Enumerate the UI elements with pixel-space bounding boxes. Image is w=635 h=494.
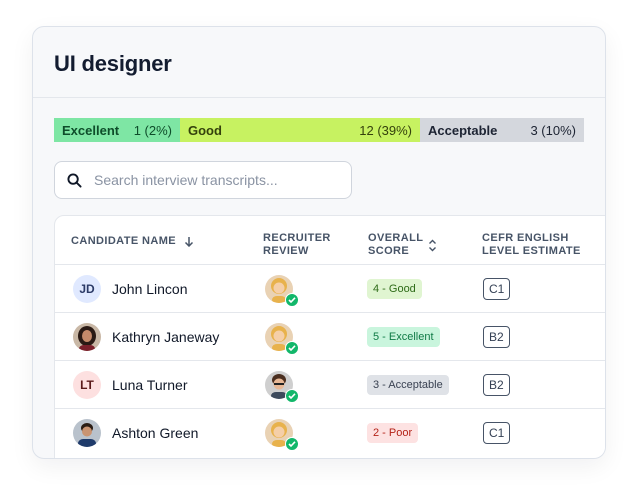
search-input[interactable]	[94, 172, 334, 188]
page-title: UI designer	[54, 51, 172, 76]
card-header: UI designer	[33, 27, 605, 98]
recruiter-avatar	[265, 371, 299, 403]
search-box	[54, 161, 352, 199]
avatar	[73, 323, 101, 351]
score-badge: 4 - Good	[367, 279, 422, 299]
sort-chevrons-icon[interactable]	[428, 239, 437, 252]
score-badge: 2 - Poor	[367, 423, 419, 443]
avatar	[73, 419, 101, 447]
rating-label: Good	[188, 122, 222, 138]
table-row[interactable]: Ashton Green 2 - Poor C1	[55, 409, 605, 457]
column-header-candidate-name[interactable]: CANDIDATE NAME	[71, 235, 194, 248]
check-icon	[285, 389, 299, 403]
search-icon	[67, 172, 82, 188]
check-icon	[285, 293, 299, 307]
column-header-cefr-level[interactable]: CEFR ENGLISH LEVEL ESTIMATE	[482, 232, 592, 258]
table-row[interactable]: Kathryn Janeway 5 - Excellent B2	[55, 313, 605, 361]
table-row[interactable]: LT Luna Turner 3 - Acceptable B2	[55, 361, 605, 409]
candidate-name[interactable]: Luna Turner	[112, 377, 188, 393]
table-header: CANDIDATE NAME RECRUITER REVIEW OVERALL …	[55, 216, 605, 265]
recruiter-avatar	[265, 323, 299, 355]
rating-count: 12 (39%)	[359, 122, 412, 138]
column-header-overall-score[interactable]: OVERALL SCORE	[368, 232, 437, 258]
cefr-badge: B2	[483, 374, 510, 396]
cefr-badge: C1	[483, 278, 511, 300]
score-badge: 3 - Acceptable	[367, 375, 449, 395]
candidate-name[interactable]: Kathryn Janeway	[112, 329, 219, 345]
rating-count: 1 (2%)	[133, 122, 172, 138]
table-row[interactable]: JD John Lincon 4 - Good C1	[55, 265, 605, 313]
candidate-name[interactable]: Ashton Green	[112, 425, 198, 441]
rating-label: Excellent	[62, 122, 120, 138]
candidates-table: CANDIDATE NAME RECRUITER REVIEW OVERALL …	[54, 215, 605, 458]
job-card: UI designer Excellent 1 (2%) Good 12 (39…	[32, 26, 606, 459]
cefr-badge: C1	[483, 422, 511, 444]
rating-label: Acceptable	[428, 122, 498, 138]
check-icon	[285, 341, 299, 355]
arrow-down-icon[interactable]	[184, 236, 194, 247]
cefr-badge: B2	[483, 326, 510, 348]
recruiter-avatar	[265, 419, 299, 451]
column-header-recruiter-review[interactable]: RECRUITER REVIEW	[263, 232, 333, 258]
rating-segment-acceptable[interactable]: Acceptable 3 (10%)	[420, 118, 584, 142]
rating-segment-good[interactable]: Good 12 (39%)	[180, 118, 420, 142]
score-badge: 5 - Excellent	[367, 327, 440, 347]
check-icon	[285, 437, 299, 451]
avatar: JD	[73, 275, 101, 303]
recruiter-avatar	[265, 275, 299, 307]
candidate-name[interactable]: John Lincon	[112, 281, 188, 297]
rating-distribution-bar: Excellent 1 (2%) Good 12 (39%) Acceptabl…	[54, 118, 584, 142]
avatar: LT	[73, 371, 101, 399]
rating-segment-excellent[interactable]: Excellent 1 (2%)	[54, 118, 180, 142]
rating-count: 3 (10%)	[530, 122, 576, 138]
